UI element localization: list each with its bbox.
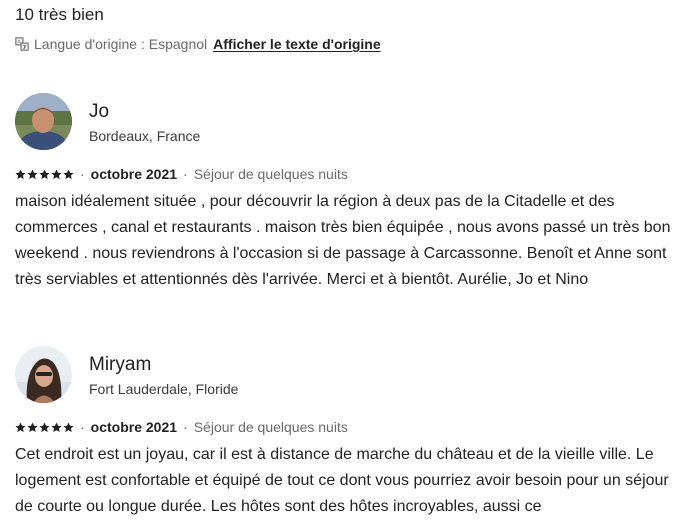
star-icon bbox=[27, 421, 38, 432]
review-date: octobre 2021 bbox=[90, 166, 178, 182]
star-icon bbox=[63, 421, 74, 432]
translate-icon: A bbox=[15, 37, 29, 51]
star-icon bbox=[15, 421, 26, 432]
star-rating bbox=[15, 421, 74, 433]
star-icon bbox=[15, 168, 26, 179]
star-icon bbox=[51, 168, 62, 179]
star-icon bbox=[39, 421, 50, 432]
review-item: Miryam Fort Lauderdale, Floride · octobr… bbox=[15, 346, 690, 520]
star-icon bbox=[63, 168, 74, 179]
review-meta: · octobre 2021 · Séjour de quelques nuit… bbox=[15, 419, 690, 435]
reviewer-name: Jo bbox=[89, 100, 110, 122]
show-original-text-link[interactable]: Afficher le texte d'origine bbox=[213, 36, 380, 52]
stay-length: Séjour de quelques nuits bbox=[193, 166, 348, 182]
separator-dot: · bbox=[183, 419, 188, 435]
star-icon bbox=[27, 168, 38, 179]
separator-dot: · bbox=[80, 166, 85, 182]
stay-length: Séjour de quelques nuits bbox=[193, 419, 348, 435]
reviewer-location: Bordeaux, France bbox=[89, 127, 201, 144]
reviewer-location: Fort Lauderdale, Floride bbox=[89, 380, 239, 397]
review-text: Cet endroit est un joyau, car il est à d… bbox=[15, 446, 669, 515]
review-meta: · octobre 2021 · Séjour de quelques nuit… bbox=[15, 166, 690, 182]
star-icon bbox=[51, 421, 62, 432]
review-date: octobre 2021 bbox=[90, 419, 178, 435]
original-language-row: A Langue d'origine : Espagnol Afficher l… bbox=[15, 36, 381, 52]
reviewer-name: Miryam bbox=[89, 353, 152, 375]
rating-summary: 10 très bien bbox=[15, 5, 104, 24]
avatar[interactable] bbox=[15, 93, 72, 150]
star-rating bbox=[15, 168, 74, 180]
star-icon bbox=[39, 168, 50, 179]
separator-dot: · bbox=[80, 419, 85, 435]
avatar[interactable] bbox=[15, 346, 72, 403]
original-language-label: Langue d'origine : Espagnol bbox=[34, 36, 208, 52]
separator-dot: · bbox=[183, 166, 188, 182]
review-text: maison idéalement située , pour découvri… bbox=[15, 193, 671, 288]
review-item: Jo Bordeaux, France · octobre 2021 · Séj… bbox=[15, 93, 690, 293]
